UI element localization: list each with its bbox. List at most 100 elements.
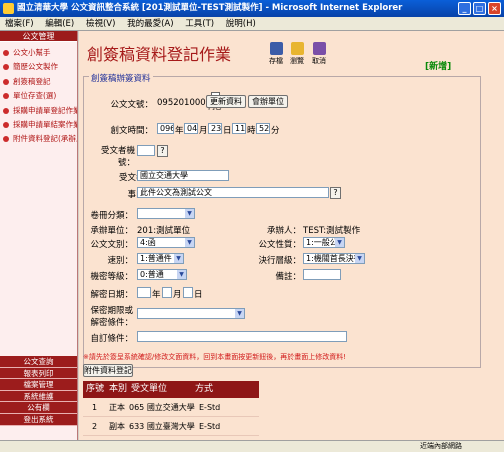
declassify-month-input[interactable] <box>162 287 172 298</box>
day-input[interactable]: 23 <box>208 123 222 134</box>
menu-favorites[interactable]: 我的最愛(A) <box>127 17 173 31</box>
doc-time-label: 創文時間： <box>110 126 153 136</box>
month-unit: 月 <box>199 126 208 136</box>
col-header-no: 序號 <box>86 384 105 394</box>
declassify-date-label: 解密日期： <box>90 290 133 300</box>
bullet-icon <box>3 78 9 85</box>
form-fieldset <box>83 76 481 368</box>
remark-input[interactable] <box>303 269 341 280</box>
category-select[interactable]: ▼ <box>137 208 195 219</box>
minute-input[interactable]: 52 <box>256 123 270 134</box>
cell-no: 1 <box>92 403 98 412</box>
minute-unit: 分 <box>271 126 280 136</box>
sidebar: 公文管理 公文小幫手 簡歷公文製作 創簽稿登記 單位存查(選) 採購申請單登記作… <box>0 31 78 440</box>
category-label: 卷冊分類： <box>90 211 133 221</box>
bullet-icon <box>3 121 9 128</box>
remark-label: 備註： <box>275 272 301 282</box>
sidebar-item-helper[interactable]: 公文小幫手 <box>0 46 77 60</box>
close-button[interactable]: × <box>488 2 501 15</box>
attachment-register-button[interactable]: 附件資料登記 <box>83 364 133 377</box>
sidebar-btn-archive[interactable]: 檔案管理 <box>0 379 77 391</box>
declassify-day-unit: 日 <box>194 290 203 300</box>
speed-select[interactable]: 1:普通件 ▼ <box>137 253 184 264</box>
cell-no: 2 <box>92 422 98 431</box>
handler-value: TEST:測試製作 <box>303 226 361 236</box>
exec-level-select[interactable]: 1:機關首長決行 ▼ <box>303 253 365 264</box>
secrecy-label: 機密等級： <box>90 272 133 282</box>
subject-lookup-button[interactable]: ? <box>330 187 341 199</box>
day-unit: 日 <box>223 126 232 136</box>
sidebar-btn-report[interactable]: 報表列印 <box>0 367 77 380</box>
sidebar-item-purchase-close[interactable]: 採購申請單結案作業 <box>0 118 77 132</box>
handler-label: 承辦人： <box>266 226 301 236</box>
menu-bar: 檔案(F) 編輯(E) 檢視(V) 我的最愛(A) 工具(T) 說明(H) <box>0 17 504 31</box>
menu-tools[interactable]: 工具(T) <box>185 17 214 31</box>
cell-unit: 065 國立交通大學 <box>129 403 195 412</box>
sidebar-btn-system[interactable]: 系統維護 <box>0 390 77 403</box>
year-input[interactable]: 096 <box>157 123 174 134</box>
menu-view[interactable]: 檢視(V) <box>86 17 115 31</box>
table-row[interactable]: 1 正本 065 國立交通大學 E-Std <box>83 398 259 417</box>
sidebar-item-simple-doc[interactable]: 簡歷公文製作 <box>0 60 77 74</box>
recipient-table: 序號 本別 受文單位 方式 1 正本 065 國立交通大學 E-Std 2 副本… <box>83 381 259 436</box>
handling-unit-value: 201:測試單位 <box>137 226 191 236</box>
sidebar-header[interactable]: 公文管理 <box>0 31 77 42</box>
dropdown-arrow-icon: ▼ <box>185 209 194 218</box>
sidebar-btn-logout[interactable]: 登出系統 <box>0 413 77 426</box>
menu-help[interactable]: 說明(H) <box>226 17 256 31</box>
sidebar-item-unit-archive[interactable]: 單位存查(選) <box>0 89 77 103</box>
declassify-month-unit: 月 <box>173 290 182 300</box>
sidebar-btn-board[interactable]: 公有欄 <box>0 402 77 414</box>
menu-file[interactable]: 檔案(F) <box>5 17 34 31</box>
preview-button[interactable]: 瀏覽 <box>286 42 308 66</box>
custom-condition-label: 自訂條件： <box>90 334 133 344</box>
sidebar-item-attachment[interactable]: 附件資料登記(承辦人) <box>0 132 77 146</box>
warning-message: ※請先於簽呈系統確認/修改文面資料，回到本畫面按更新鈕後，再於畫面上修改資料! <box>83 353 347 361</box>
subject-input[interactable]: 此件公文為測試公文 <box>137 187 329 198</box>
recipient-code-label: 受文者機號： <box>100 146 135 168</box>
preview-icon <box>290 42 304 55</box>
dropdown-arrow-icon: ▼ <box>177 270 186 279</box>
month-input[interactable]: 04 <box>184 123 198 134</box>
hour-input[interactable]: 11 <box>232 123 246 134</box>
speed-label: 速別： <box>107 256 133 266</box>
recipient-code-input[interactable] <box>137 145 155 156</box>
dropdown-arrow-icon: ▼ <box>355 254 364 263</box>
save-button[interactable]: 存檔 <box>265 42 287 66</box>
doc-no-label: 公文文號： <box>110 100 153 110</box>
bullet-icon <box>3 64 9 71</box>
status-bar: 近端內部網路 <box>0 440 504 452</box>
main-content: 創簽稿資料登記作業 存檔 瀏覽 取消 [新增] 創簽稿辦簽資料 公文文號： 09… <box>79 31 504 440</box>
doc-type-select[interactable]: 4:函 ▼ <box>137 237 195 248</box>
table-row[interactable]: 2 副本 633 國立臺灣大學 E-Std <box>83 417 259 436</box>
recipient-code-lookup-button[interactable]: ? <box>157 145 168 157</box>
custom-condition-input[interactable] <box>137 331 347 342</box>
cancel-button[interactable]: 取消 <box>308 42 330 66</box>
save-icon <box>269 42 283 55</box>
menu-edit[interactable]: 編輯(E) <box>45 17 74 31</box>
col-header-method: 方式 <box>195 384 214 394</box>
sidebar-item-draft-register[interactable]: 創簽稿登記 <box>0 75 77 89</box>
declassify-day-input[interactable] <box>183 287 193 298</box>
retention-label: 保密期限或解密條件： <box>90 306 133 328</box>
bullet-icon <box>3 50 9 56</box>
maximize-button[interactable]: □ <box>473 2 486 15</box>
dropdown-arrow-icon: ▼ <box>335 238 344 247</box>
minimize-button[interactable]: _ <box>458 2 471 15</box>
cosign-unit-button[interactable]: 會辦單位 <box>248 95 288 108</box>
page-title: 創簽稿資料登記作業 <box>87 45 232 64</box>
retention-select[interactable]: ▼ <box>137 308 245 319</box>
cell-copy-type: 副本 <box>109 422 125 431</box>
window-titlebar: 國立清華大學 公文資訊整合系統 [201測試單位-TEST測試製作] - Mic… <box>0 0 504 17</box>
handling-unit-label: 承辦單位： <box>90 226 133 236</box>
recipient-input[interactable]: 國立交通大學 <box>137 170 229 181</box>
doc-nature-select[interactable]: 1:一般公文 ▼ <box>303 237 345 248</box>
declassify-year-input[interactable] <box>137 287 151 298</box>
bullet-icon <box>3 107 9 114</box>
sidebar-item-purchase-register[interactable]: 採購申請單登記作業 <box>0 104 77 118</box>
sidebar-btn-query[interactable]: 公文查詢 <box>0 356 77 368</box>
col-header-unit: 受文單位 <box>131 384 168 394</box>
secrecy-select[interactable]: 0:普通 ▼ <box>137 269 187 280</box>
update-data-button[interactable]: 更新資料 <box>206 95 246 108</box>
cell-method: E-Std <box>199 422 221 431</box>
